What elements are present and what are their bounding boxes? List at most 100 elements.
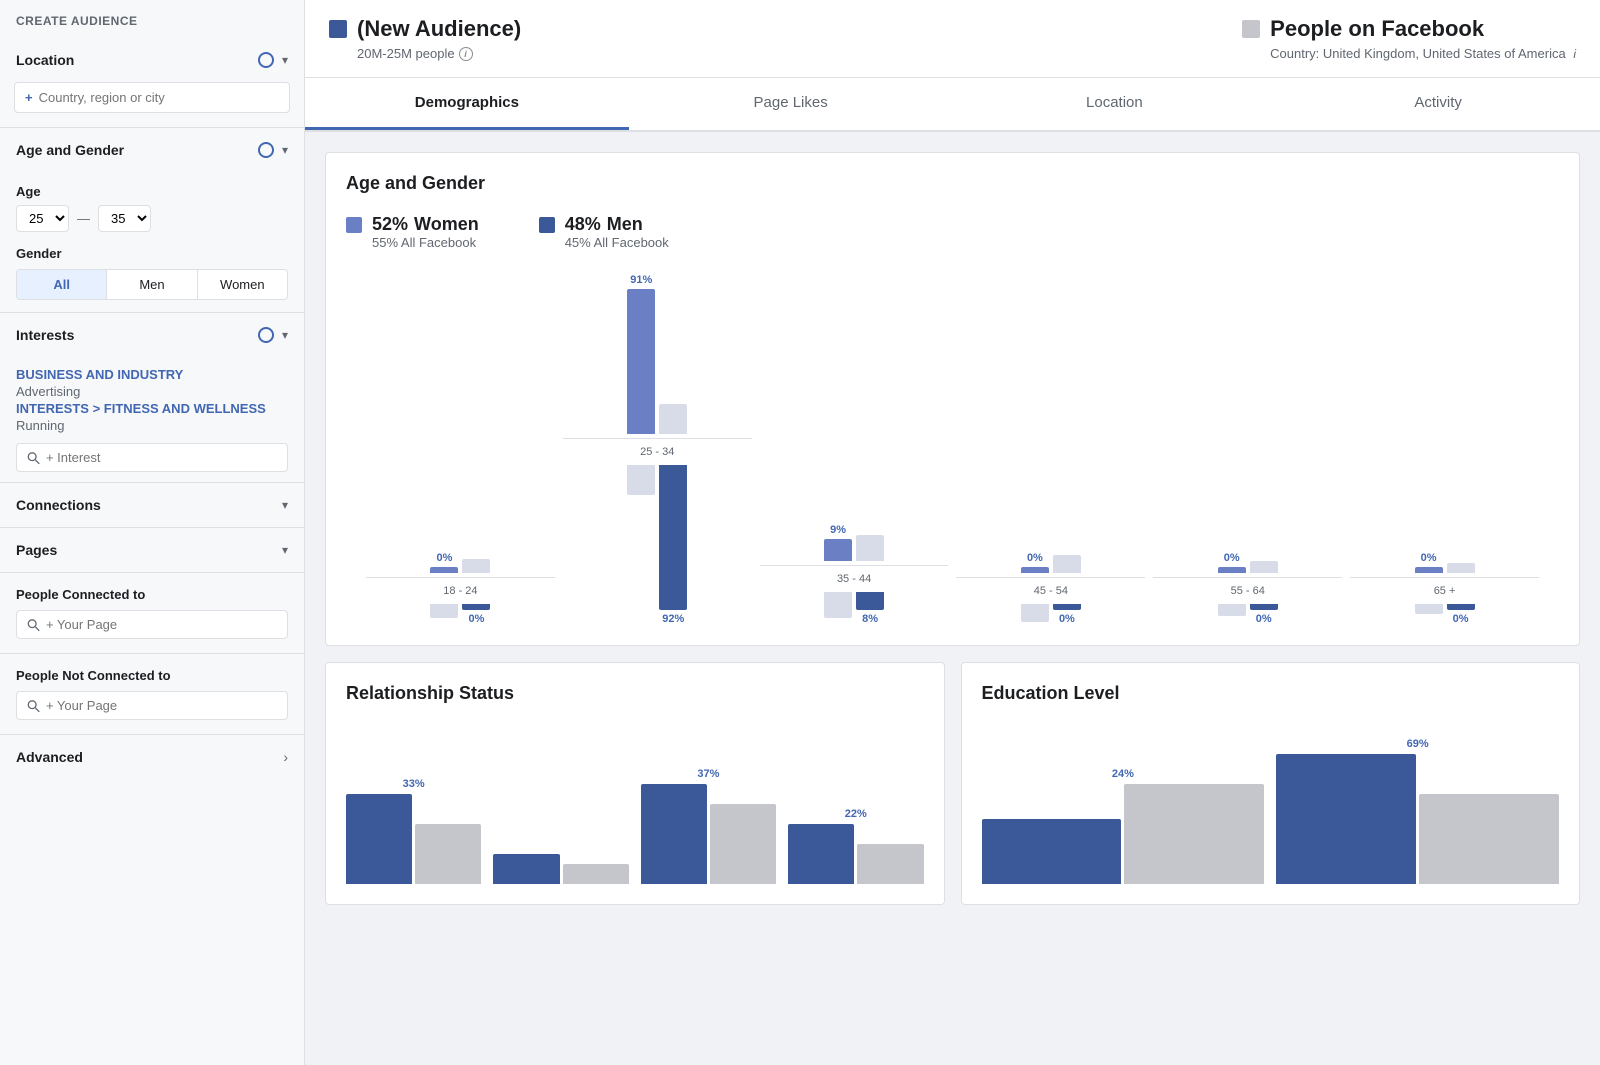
men-pct: 48%: [565, 214, 601, 235]
rel-bar-group: [493, 734, 628, 884]
education-title: Education Level: [982, 683, 1560, 704]
fb-people-block: People on Facebook Country: United Kingd…: [1242, 16, 1576, 61]
interest-fitness-wellness[interactable]: INTERESTS > FITNESS AND WELLNESS: [16, 401, 288, 416]
bar-men-fb: [824, 592, 852, 618]
location-section-header[interactable]: Location ▾: [0, 38, 304, 82]
edu-fb-bar: [1124, 784, 1264, 884]
interests-section-header[interactable]: Interests ▾: [0, 313, 304, 357]
rel-bar-group: 33%: [346, 734, 481, 884]
rel-audience-bar: [493, 854, 559, 884]
tab-page-likes[interactable]: Page Likes: [629, 78, 953, 130]
age-group: 91% 0 25 - 34 92%: [563, 274, 752, 625]
tab-demographics[interactable]: Demographics: [305, 78, 629, 130]
bar-men-audience: [1053, 604, 1081, 610]
bar-women-pct: 0%: [1027, 552, 1043, 564]
gender-women-button[interactable]: Women: [198, 270, 287, 299]
rel-audience-bar: [788, 824, 854, 884]
interest-business-industry[interactable]: BUSINESS AND INDUSTRY: [16, 367, 288, 382]
age-gender-icons: ▾: [258, 142, 288, 158]
fb-info-icon: i: [1573, 47, 1576, 61]
bar-women-audience: [1218, 567, 1246, 573]
bar-men-pct: 92%: [662, 613, 684, 625]
age-gender-chevron-icon: ▾: [282, 143, 288, 157]
relationship-bars: 33% 37% 22%: [346, 724, 924, 884]
bar-women-pct: 0%: [436, 552, 452, 564]
gender-buttons: All Men Women: [16, 269, 288, 300]
people-not-connected-input[interactable]: [16, 691, 288, 720]
audience-info: (New Audience) 20M-25M people i: [357, 16, 521, 61]
charts-area: Age and Gender 52% Women 55% All Faceboo…: [305, 132, 1600, 925]
bar-women-fb: [462, 559, 490, 573]
edu-audience-bar: [1276, 754, 1416, 884]
connections-header[interactable]: Connections ▾: [0, 483, 304, 527]
bar-women-pct: 91%: [630, 274, 652, 286]
edu-bar-group: 69%: [1276, 734, 1559, 884]
bar-men-pct: 0%: [1453, 613, 1469, 625]
pages-section[interactable]: Pages ▾: [0, 528, 304, 573]
bar-women-pct: 9%: [830, 524, 846, 536]
people-not-connected-label: People Not Connected to: [16, 668, 288, 683]
age-group: 9% 0 35 - 44 8%: [760, 520, 949, 625]
location-icons: ▾: [258, 52, 288, 68]
people-connected-input[interactable]: [16, 610, 288, 639]
tab-location[interactable]: Location: [953, 78, 1277, 130]
people-connected-label: People Connected to: [16, 587, 288, 602]
gender-all-button[interactable]: All: [17, 270, 107, 299]
advanced-section[interactable]: Advanced ›: [0, 735, 304, 779]
connections-section: Connections ▾: [0, 483, 304, 528]
fb-people-info: People on Facebook Country: United Kingd…: [1270, 16, 1576, 61]
interest-search[interactable]: [16, 443, 288, 472]
rel-fb-bar: [415, 824, 481, 884]
people-not-connected-input-field[interactable]: [46, 698, 277, 713]
legend-men-text: 48% Men 45% All Facebook: [565, 214, 669, 250]
plus-icon: +: [25, 90, 33, 105]
age-gender-section-header[interactable]: Age and Gender ▾: [0, 128, 304, 172]
location-input-container[interactable]: +: [14, 82, 290, 113]
bar-women-fb: [1447, 563, 1475, 573]
age-range-label: 65 +: [1434, 585, 1456, 597]
bar-men-pct: 8%: [862, 613, 878, 625]
location-input[interactable]: [39, 90, 279, 105]
bar-men-fb: [1218, 604, 1246, 616]
tab-activity[interactable]: Activity: [1276, 78, 1600, 130]
bar-men-fb: [627, 465, 655, 495]
age-groups: 0% 0 18 - 24 0% 91% 0: [346, 274, 1559, 625]
legend-women: 52% Women 55% All Facebook: [346, 214, 479, 250]
people-connected-input-field[interactable]: [46, 617, 277, 632]
age-range-label: 45 - 54: [1034, 585, 1068, 597]
interest-search-input[interactable]: [46, 450, 277, 465]
tabs-row: Demographics Page Likes Location Activit…: [305, 78, 1600, 132]
fb-gray-square: [1242, 20, 1260, 38]
legend-women-text: 52% Women 55% All Facebook: [372, 214, 479, 250]
audience-name: (New Audience): [357, 16, 521, 42]
age-group: 0% 0 65 + 0%: [1350, 548, 1539, 625]
age-range-label: 55 - 64: [1231, 585, 1265, 597]
rel-audience-bar: [346, 794, 412, 884]
bar-men-fb: [1415, 604, 1443, 614]
interests-chevron-icon: ▾: [282, 328, 288, 342]
connections-title: Connections: [16, 497, 101, 513]
relationship-title: Relationship Status: [346, 683, 924, 704]
legend-women-square: [346, 217, 362, 233]
age-max-select[interactable]: 35: [98, 205, 151, 232]
rel-audience-bar: [641, 784, 707, 884]
gender-row: Gender All Men Women: [16, 246, 288, 300]
bar-women-pct: 0%: [1421, 552, 1437, 564]
audience-count: 20M-25M people i: [357, 46, 521, 61]
gender-label: Gender: [16, 246, 288, 261]
bar-men-audience: [1447, 604, 1475, 610]
age-min-select[interactable]: 25: [16, 205, 69, 232]
education-level-card: Education Level 24% 69%: [961, 662, 1581, 905]
age-gender-card: Age and Gender 52% Women 55% All Faceboo…: [325, 152, 1580, 646]
gender-men-button[interactable]: Men: [107, 270, 197, 299]
age-range-label: 25 - 34: [640, 446, 674, 458]
sidebar: CREATE AUDIENCE Location ▾ + Age and Gen…: [0, 0, 305, 1065]
bar-women-audience: [1415, 567, 1443, 573]
age-gender-circle-icon: [258, 142, 274, 158]
age-gender-title: Age and Gender: [16, 142, 124, 158]
bar-women-fb: [1250, 561, 1278, 573]
age-label: Age: [16, 184, 288, 199]
interests-title: Interests: [16, 327, 74, 343]
bar-women-audience: [824, 539, 852, 561]
legend-row: 52% Women 55% All Facebook 48% Men 45% A…: [346, 214, 1559, 250]
